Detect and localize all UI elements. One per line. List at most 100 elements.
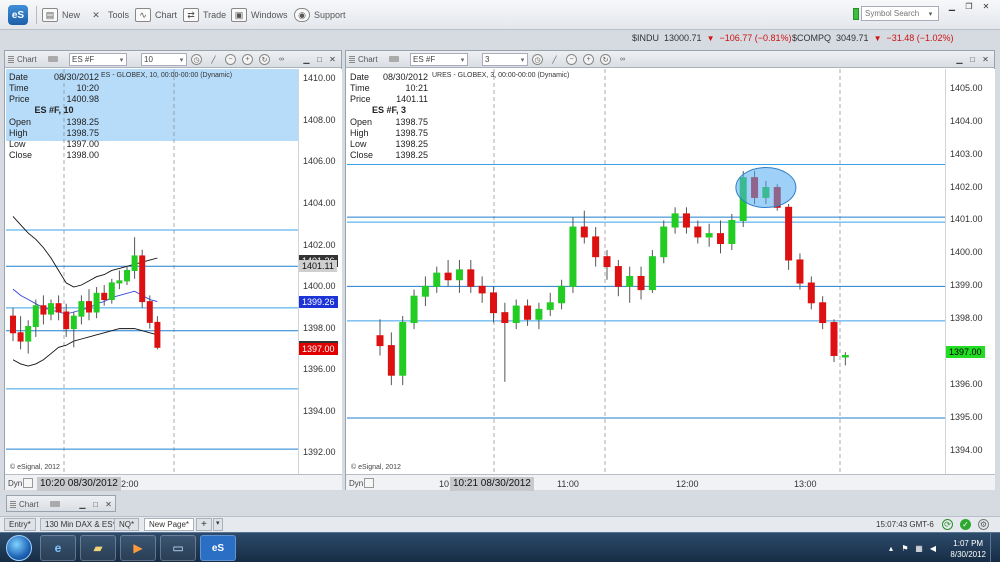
refresh-icon[interactable]: ↻	[259, 54, 270, 65]
clock-icon[interactable]: ◷	[532, 54, 543, 65]
dynamic-scale-label[interactable]: Dyn	[8, 479, 22, 488]
price-axis-label: 1398.00	[303, 322, 336, 333]
scroll-left-icon[interactable]	[364, 478, 374, 488]
candle-body	[40, 305, 47, 315]
price-axis[interactable]: 1405.00 1404.00 1403.00 1402.00 1401.00 1400.…	[945, 69, 995, 474]
clock-time: 1:07 PM	[953, 539, 984, 548]
tab-entry[interactable]: Entry*	[4, 518, 36, 531]
refresh-icon[interactable]: ↻	[600, 54, 611, 65]
zoom-in-icon[interactable]: +	[242, 54, 253, 65]
chart-window-3min: Chart ES #F ▾ 3 ▾ ◷ ╱ − + ↻ ∞ ▁ □ ✕ 1405…	[345, 50, 995, 491]
volume-icon[interactable]: ◀	[928, 543, 938, 553]
info-price-value: 1400.98	[66, 94, 99, 104]
esignal-logo[interactable]: eS	[8, 5, 28, 25]
price-tag: 1397.00	[946, 346, 985, 359]
windows-label: Windows	[251, 10, 288, 20]
maximize-chart-icon[interactable]: □	[967, 54, 978, 64]
network-icon[interactable]: ▦	[914, 543, 924, 553]
link-badge-icon[interactable]	[48, 56, 58, 62]
ticker-change: −106.77 (−0.81%)	[719, 33, 792, 43]
symbol-dropdown-icon[interactable]: ▾	[458, 54, 467, 65]
close-chart-icon[interactable]: ✕	[327, 54, 338, 64]
candle-body	[728, 219, 736, 245]
link-icon[interactable]: ∞	[617, 54, 628, 65]
drag-grip-icon[interactable]	[349, 56, 355, 63]
tools-button[interactable]: ✕ Tools	[88, 7, 129, 23]
file-explorer-icon[interactable]: ▰	[80, 535, 116, 561]
draw-line-icon[interactable]: ╱	[208, 54, 219, 65]
link-icon[interactable]: ∞	[276, 54, 287, 65]
zoom-out-icon[interactable]: −	[566, 54, 577, 65]
support-icon: ◉	[294, 8, 310, 22]
ticker-compq[interactable]: $COMPQ 3049.71 ▼ −31.48 (−1.02%)	[792, 32, 954, 44]
show-desktop-button[interactable]	[990, 533, 1000, 562]
info-close-label: Close	[9, 150, 33, 160]
support-button[interactable]: ◉ Support	[294, 7, 346, 23]
windows-button[interactable]: ▣ Windows	[231, 7, 288, 23]
time-axis[interactable]: Dyn 10:20 08/30/2012 2:00	[5, 474, 342, 491]
connection-icon[interactable]: ⟳	[942, 519, 953, 530]
new-button[interactable]: ▤ New	[42, 7, 80, 23]
zoom-out-icon[interactable]: −	[225, 54, 236, 65]
info-time-label: Time	[9, 83, 29, 93]
media-player-icon[interactable]: ▶	[120, 535, 156, 561]
start-button-icon[interactable]	[6, 535, 32, 561]
taskbar-clock[interactable]: 1:07 PM 8/30/2012	[950, 538, 986, 560]
restore-window-icon[interactable]: ❐	[961, 1, 977, 12]
info-open-value: 1398.75	[395, 117, 428, 127]
scroll-left-icon[interactable]	[23, 478, 33, 488]
maximize-chart-icon[interactable]: □	[314, 54, 325, 64]
minimize-window-icon[interactable]: ▁	[944, 1, 960, 12]
minimize-chart-icon[interactable]: ▁	[77, 499, 88, 509]
candle-body	[558, 285, 566, 304]
minimize-chart-icon[interactable]: ▁	[301, 54, 312, 64]
candle-body	[55, 303, 62, 313]
close-chart-icon[interactable]: ✕	[980, 54, 991, 64]
link-badge-icon[interactable]	[389, 56, 399, 62]
remote-desktop-icon[interactable]: ▭	[160, 535, 196, 561]
draw-line-icon[interactable]: ╱	[549, 54, 560, 65]
candle-body	[154, 321, 161, 348]
tab-nq[interactable]: NQ*	[114, 518, 140, 531]
status-ok-icon[interactable]: ✓	[960, 519, 971, 530]
drag-grip-icon[interactable]	[10, 501, 16, 508]
close-chart-icon[interactable]: ✕	[103, 499, 114, 509]
candle-body	[25, 326, 32, 342]
tray-arrow-icon[interactable]: ▴	[886, 543, 896, 553]
maximize-chart-icon[interactable]: □	[90, 499, 101, 509]
trade-button[interactable]: ⇄ Trade	[183, 7, 226, 23]
price-axis[interactable]: 1410.00 1408.00 1406.00 1404.00 1402.00 1400.…	[298, 69, 342, 474]
candle-body	[146, 301, 153, 323]
settings-icon[interactable]: ⚙	[978, 519, 989, 530]
time-axis[interactable]: Dyn 10 10:21 08/30/2012 11:00 12:00 13:0…	[346, 474, 995, 491]
price-axis-label: 1408.00	[303, 114, 336, 125]
drag-grip-icon[interactable]	[8, 56, 14, 63]
dynamic-scale-label[interactable]: Dyn	[349, 479, 363, 488]
price-plot[interactable]	[347, 69, 945, 474]
tools-label: Tools	[108, 10, 130, 20]
internet-explorer-icon[interactable]: e	[40, 535, 76, 561]
candle-body	[70, 315, 77, 330]
esignal-taskbar-icon[interactable]: eS	[200, 535, 236, 561]
tab-menu-icon[interactable]: ▾	[213, 518, 223, 531]
search-dropdown-icon[interactable]: ▾	[924, 7, 937, 20]
add-tab-icon[interactable]: +	[196, 518, 212, 531]
tab-new-page[interactable]: New Page*	[144, 518, 195, 531]
price-axis-label: 1399.00	[950, 280, 983, 291]
chart-button[interactable]: ∿ Chart	[135, 7, 177, 23]
price-axis-label: 1404.00	[303, 198, 336, 208]
close-window-icon[interactable]: ✕	[978, 1, 994, 12]
down-arrow-icon: ▼	[706, 33, 715, 43]
interval-dropdown-icon[interactable]: ▾	[177, 54, 186, 65]
symbol-dropdown-icon[interactable]: ▾	[117, 54, 126, 65]
minimized-chart-window[interactable]: Chart ▁ □ ✕	[6, 495, 116, 512]
candle-body	[387, 345, 395, 376]
clock-icon[interactable]: ◷	[191, 54, 202, 65]
flag-icon[interactable]: ⚑	[900, 543, 910, 553]
ticker-indu[interactable]: $INDU 13000.71 ▼ −106.77 (−0.81%)	[632, 32, 792, 44]
interval-dropdown-icon[interactable]: ▾	[518, 54, 527, 65]
tab-130-min-dax-es[interactable]: 130 Min DAX & ES*	[40, 518, 121, 531]
zoom-in-icon[interactable]: +	[583, 54, 594, 65]
minimize-chart-icon[interactable]: ▁	[954, 54, 965, 64]
info-high-label: High	[350, 128, 369, 138]
